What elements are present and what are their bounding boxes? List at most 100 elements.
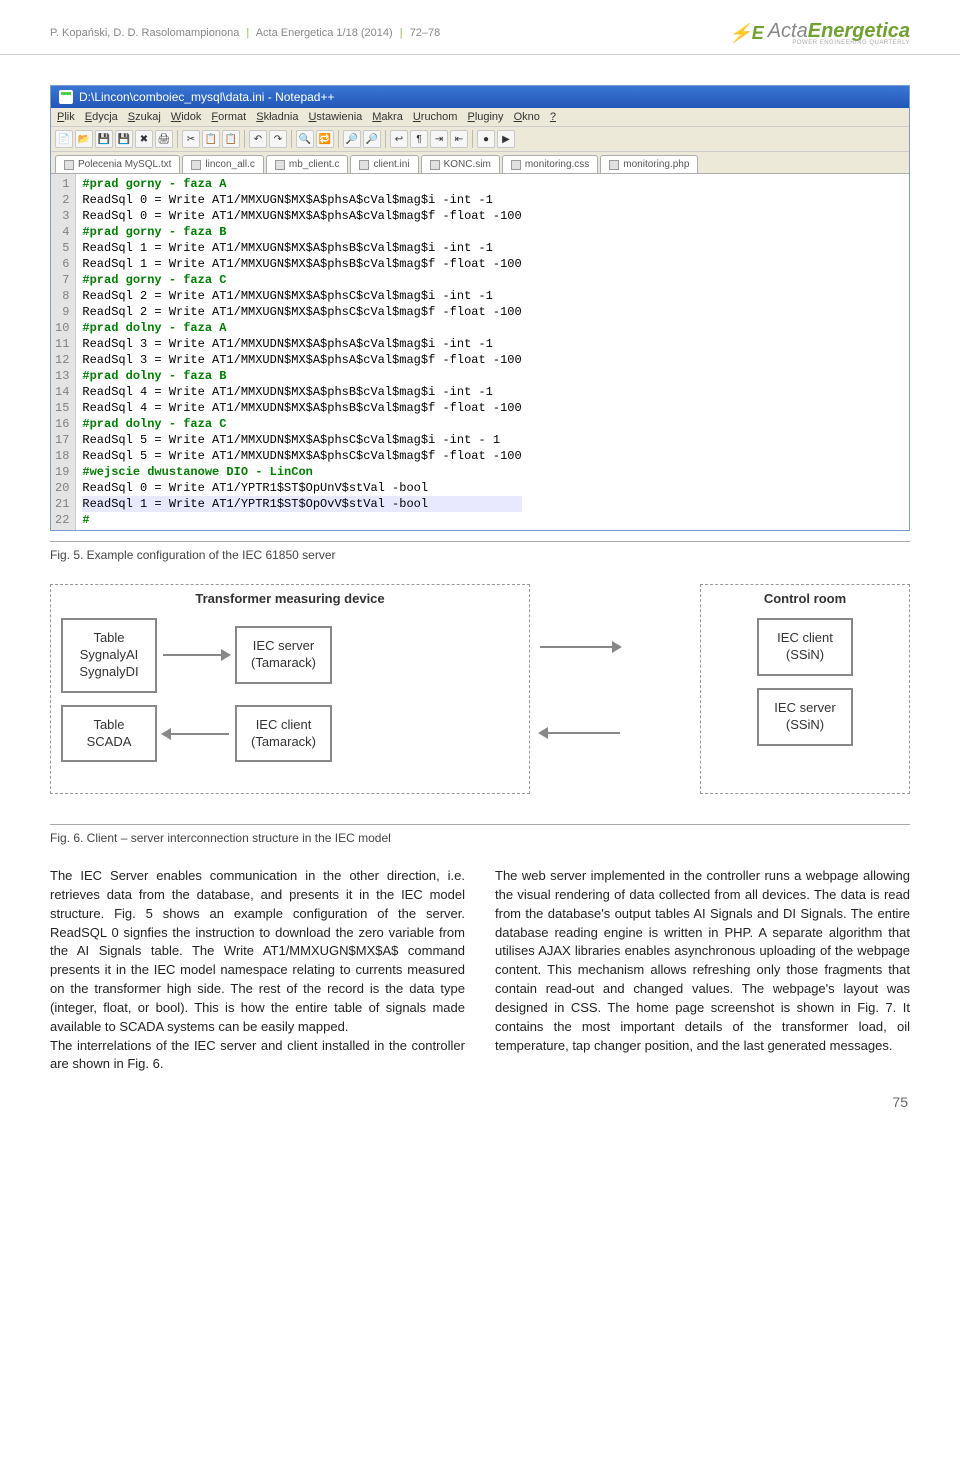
menu-item[interactable]: Plik xyxy=(57,111,75,123)
code-line: ReadSql 1 = Write AT1/MMXUGN$MX$A$phsB$c… xyxy=(82,256,521,272)
menu-item[interactable]: Składnia xyxy=(256,111,298,123)
code-line: #prad gorny - faza B xyxy=(82,224,521,240)
menu-item[interactable]: ? xyxy=(550,111,556,123)
notepad-window: D:\Lincon\comboiec_mysql\data.ini - Note… xyxy=(50,85,910,531)
line-number: 6 xyxy=(55,256,69,272)
box-iec-server-ssin: IEC server(SSiN) xyxy=(757,688,853,746)
toolbar-macro-icon[interactable]: ● xyxy=(477,130,495,148)
editor-area: 12345678910111213141516171819202122 #pra… xyxy=(51,174,909,530)
toolbar-chars-icon[interactable]: ¶ xyxy=(410,130,428,148)
menu-item[interactable]: Makra xyxy=(372,111,403,123)
toolbar-copy-icon[interactable]: 📋 xyxy=(202,130,220,148)
toolbar-wrap-icon[interactable]: ↩ xyxy=(390,130,408,148)
code-line: ReadSql 0 = Write AT1/YPTR1$ST$OpUnV$stV… xyxy=(82,480,521,496)
column-2-text: The web server implemented in the contro… xyxy=(495,867,910,1055)
menu-item[interactable]: Szukaj xyxy=(128,111,161,123)
line-number: 12 xyxy=(55,352,69,368)
tab-label: client.ini xyxy=(373,159,409,170)
transformer-title: Transformer measuring device xyxy=(61,591,519,606)
toolbar-outdent-icon[interactable]: ⇤ xyxy=(450,130,468,148)
menu-item[interactable]: Widok xyxy=(171,111,202,123)
menu-item[interactable]: Okno xyxy=(514,111,540,123)
tab-label: monitoring.css xyxy=(525,159,589,170)
code-line: ReadSql 4 = Write AT1/MMXUDN$MX$A$phsB$c… xyxy=(82,400,521,416)
line-number: 21 xyxy=(55,496,69,512)
menu-item[interactable]: Edycja xyxy=(85,111,118,123)
menu-item[interactable]: Pluginy xyxy=(467,111,503,123)
menu-item[interactable]: Format xyxy=(211,111,246,123)
line-number: 16 xyxy=(55,416,69,432)
line-number: 14 xyxy=(55,384,69,400)
code-line: ReadSql 5 = Write AT1/MMXUDN$MX$A$phsC$c… xyxy=(82,448,521,464)
line-number: 13 xyxy=(55,368,69,384)
line-number: 8 xyxy=(55,288,69,304)
file-icon xyxy=(64,160,74,170)
body-columns: The IEC Server enables communication in … xyxy=(50,867,910,1074)
toolbar-save-icon[interactable]: 💾 xyxy=(95,130,113,148)
menu-item[interactable]: Uruchom xyxy=(413,111,458,123)
code-line: ReadSql 3 = Write AT1/MMXUDN$MX$A$phsA$c… xyxy=(82,336,521,352)
tab-label: monitoring.php xyxy=(623,159,689,170)
arrow-connector-right xyxy=(540,646,620,648)
code-line: ReadSql 1 = Write AT1/MMXUGN$MX$A$phsB$c… xyxy=(82,240,521,256)
file-tab[interactable]: mb_client.c xyxy=(266,155,349,173)
box-iec-client-tamarack: IEC client(Tamarack) xyxy=(235,705,332,763)
box-table-scada: TableSCADA xyxy=(61,705,157,763)
toolbar-zoomout-icon[interactable]: 🔎 xyxy=(363,130,381,148)
page-content: D:\Lincon\comboiec_mysql\data.ini - Note… xyxy=(0,55,960,1150)
toolbar-close-icon[interactable]: ✖ xyxy=(135,130,153,148)
toolbar-saveall-icon[interactable]: 💾 xyxy=(115,130,133,148)
transformer-device-box: Transformer measuring device TableSygnal… xyxy=(50,584,530,794)
toolbar-paste-icon[interactable]: 📋 xyxy=(222,130,240,148)
line-number: 17 xyxy=(55,432,69,448)
toolbar-indent-icon[interactable]: ⇥ xyxy=(430,130,448,148)
file-tab[interactable]: monitoring.php xyxy=(600,155,698,173)
code-line: ReadSql 5 = Write AT1/MMXUDN$MX$A$phsC$c… xyxy=(82,432,521,448)
figure-rule xyxy=(50,824,910,825)
window-titlebar: D:\Lincon\comboiec_mysql\data.ini - Note… xyxy=(51,86,909,108)
toolbar-open-icon[interactable]: 📂 xyxy=(75,130,93,148)
column-1-text: The IEC Server enables communication in … xyxy=(50,867,465,1074)
toolbar-separator xyxy=(338,130,339,148)
file-tab[interactable]: lincon_all.c xyxy=(182,155,263,173)
toolbar-new-icon[interactable]: 📄 xyxy=(55,130,73,148)
authors: P. Kopański, D. D. Rasolomampionona xyxy=(50,27,239,39)
file-icon xyxy=(430,160,440,170)
page-header: P. Kopański, D. D. Rasolomampionona | Ac… xyxy=(0,0,960,55)
file-tab[interactable]: KONC.sim xyxy=(421,155,500,173)
toolbar-print-icon[interactable]: 🖨 xyxy=(155,130,173,148)
code-content[interactable]: #prad gorny - faza AReadSql 0 = Write AT… xyxy=(76,174,527,530)
tab-bar: Polecenia MySQL.txt lincon_all.c mb_client… xyxy=(51,152,909,174)
figure-5-caption: Fig. 5. Example configuration of the IEC… xyxy=(50,548,910,562)
code-line: #prad dolny - faza A xyxy=(82,320,521,336)
separator: | xyxy=(246,27,249,39)
line-gutter: 12345678910111213141516171819202122 xyxy=(51,174,76,530)
file-icon xyxy=(609,160,619,170)
code-line: ReadSql 2 = Write AT1/MMXUGN$MX$A$phsC$c… xyxy=(82,304,521,320)
tab-label: lincon_all.c xyxy=(205,159,254,170)
toolbar-separator xyxy=(291,130,292,148)
toolbar-replace-icon[interactable]: 🔁 xyxy=(316,130,334,148)
line-number: 19 xyxy=(55,464,69,480)
toolbar-cut-icon[interactable]: ✂ xyxy=(182,130,200,148)
pages: 72–78 xyxy=(410,27,441,39)
journal: Acta Energetica 1/18 (2014) xyxy=(256,27,393,39)
file-tab[interactable]: Polecenia MySQL.txt xyxy=(55,155,180,173)
menu-item[interactable]: Ustawienia xyxy=(308,111,362,123)
toolbar-separator xyxy=(385,130,386,148)
app-icon xyxy=(59,90,73,104)
toolbar-find-icon[interactable]: 🔍 xyxy=(296,130,314,148)
arrow-connector-left xyxy=(540,732,620,734)
logo-text-acta: Acta xyxy=(768,20,808,42)
toolbar-zoomin-icon[interactable]: 🔎 xyxy=(343,130,361,148)
code-line: #prad dolny - faza B xyxy=(82,368,521,384)
code-line: ReadSql 2 = Write AT1/MMXUGN$MX$A$phsC$c… xyxy=(82,288,521,304)
tab-label: Polecenia MySQL.txt xyxy=(78,159,171,170)
toolbar-redo-icon[interactable]: ↷ xyxy=(269,130,287,148)
toolbar-play-icon[interactable]: ▶ xyxy=(497,130,515,148)
file-tab[interactable]: monitoring.css xyxy=(502,155,598,173)
figure-6-diagram: Transformer measuring device TableSygnal… xyxy=(50,584,910,814)
toolbar-undo-icon[interactable]: ↶ xyxy=(249,130,267,148)
file-tab[interactable]: client.ini xyxy=(350,155,418,173)
file-icon xyxy=(511,160,521,170)
